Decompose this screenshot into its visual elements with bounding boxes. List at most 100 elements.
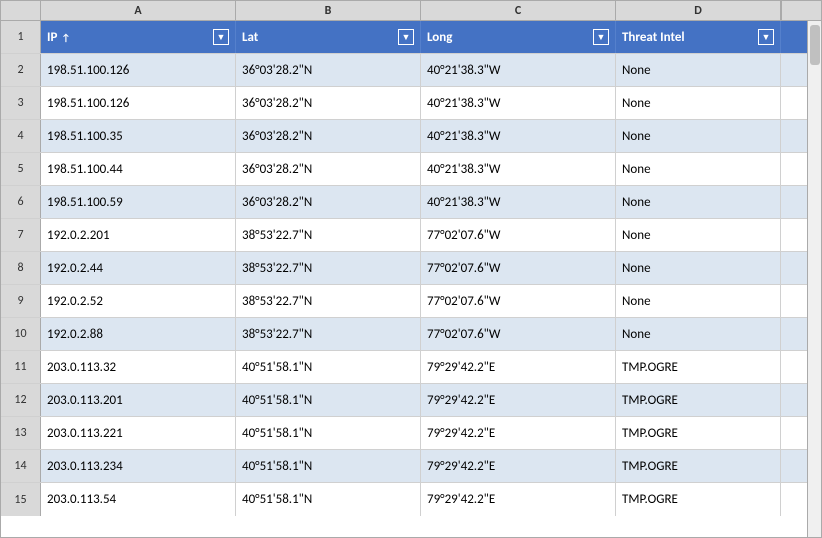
ip-header-label: IP <box>47 30 57 45</box>
cell-long[interactable]: 40°21'38.3"W <box>421 54 616 86</box>
cell-long[interactable]: 40°21'38.3"W <box>421 87 616 119</box>
cell-long[interactable]: 40°21'38.3"W <box>421 153 616 185</box>
cell-lat[interactable]: 40°51'58.1"N <box>236 384 421 416</box>
cell-threat[interactable]: TMP.OGRE <box>616 351 781 383</box>
cell-ip[interactable]: 198.51.100.59 <box>41 186 236 218</box>
cell-ip[interactable]: 203.0.113.221 <box>41 417 236 449</box>
row-number: 11 <box>1 351 41 383</box>
cell-lat[interactable]: 36°03'28.2"N <box>236 54 421 86</box>
cell-long[interactable]: 77°02'07.6"W <box>421 219 616 251</box>
col-letter-a: A <box>41 1 236 20</box>
header-cell-ip[interactable]: IP ↑ ▼ <box>41 21 236 53</box>
table-row[interactable]: 12 203.0.113.201 40°51'58.1"N 79°29'42.2… <box>1 384 807 417</box>
long-filter-button[interactable]: ▼ <box>593 29 609 45</box>
cell-lat[interactable]: 38°53'22.7"N <box>236 285 421 317</box>
cell-threat[interactable]: None <box>616 186 781 218</box>
col-letter-c: C <box>421 1 616 20</box>
cell-long[interactable]: 77°02'07.6"W <box>421 252 616 284</box>
row-number: 5 <box>1 153 41 185</box>
scrollbar[interactable] <box>807 21 821 537</box>
row-number: 4 <box>1 120 41 152</box>
lat-filter-button[interactable]: ▼ <box>398 29 414 45</box>
cell-threat[interactable]: None <box>616 153 781 185</box>
cell-lat[interactable]: 36°03'28.2"N <box>236 87 421 119</box>
corner-cell <box>1 1 41 20</box>
cell-ip[interactable]: 198.51.100.35 <box>41 120 236 152</box>
cell-lat[interactable]: 36°03'28.2"N <box>236 186 421 218</box>
cell-lat[interactable]: 38°53'22.7"N <box>236 219 421 251</box>
scroll-track[interactable] <box>808 21 821 537</box>
cell-threat[interactable]: None <box>616 285 781 317</box>
cell-long[interactable]: 77°02'07.6"W <box>421 318 616 350</box>
table-row[interactable]: 11 203.0.113.32 40°51'58.1"N 79°29'42.2"… <box>1 351 807 384</box>
row-number: 3 <box>1 87 41 119</box>
table-row[interactable]: 15 203.0.113.54 40°51'58.1"N 79°29'42.2"… <box>1 483 807 516</box>
table-row[interactable]: 4 198.51.100.35 36°03'28.2"N 40°21'38.3"… <box>1 120 807 153</box>
header-cell-lat[interactable]: Lat ▼ <box>236 21 421 53</box>
cell-long[interactable]: 79°29'42.2"E <box>421 351 616 383</box>
cell-ip[interactable]: 192.0.2.52 <box>41 285 236 317</box>
header-row: 1 IP ↑ ▼ Lat ▼ Long ▼ Threat Intel ▼ <box>1 21 807 54</box>
cell-long[interactable]: 79°29'42.2"E <box>421 417 616 449</box>
header-cell-threat[interactable]: Threat Intel ▼ <box>616 21 781 53</box>
cell-long[interactable]: 79°29'42.2"E <box>421 483 616 516</box>
cell-threat[interactable]: None <box>616 120 781 152</box>
table-area: 1 IP ↑ ▼ Lat ▼ Long ▼ Threat Intel ▼ <box>1 21 807 537</box>
cell-long[interactable]: 77°02'07.6"W <box>421 285 616 317</box>
table-row[interactable]: 14 203.0.113.234 40°51'58.1"N 79°29'42.2… <box>1 450 807 483</box>
table-row[interactable]: 2 198.51.100.126 36°03'28.2"N 40°21'38.3… <box>1 54 807 87</box>
cell-long[interactable]: 79°29'42.2"E <box>421 384 616 416</box>
table-row[interactable]: 9 192.0.2.52 38°53'22.7"N 77°02'07.6"W N… <box>1 285 807 318</box>
cell-lat[interactable]: 38°53'22.7"N <box>236 252 421 284</box>
cell-threat[interactable]: TMP.OGRE <box>616 483 781 516</box>
scroll-thumb[interactable] <box>810 25 820 65</box>
cell-threat[interactable]: TMP.OGRE <box>616 384 781 416</box>
cell-lat[interactable]: 40°51'58.1"N <box>236 450 421 482</box>
table-row[interactable]: 5 198.51.100.44 36°03'28.2"N 40°21'38.3"… <box>1 153 807 186</box>
header-cell-long[interactable]: Long ▼ <box>421 21 616 53</box>
table-row[interactable]: 7 192.0.2.201 38°53'22.7"N 77°02'07.6"W … <box>1 219 807 252</box>
cell-lat[interactable]: 36°03'28.2"N <box>236 153 421 185</box>
table-row[interactable]: 10 192.0.2.88 38°53'22.7"N 77°02'07.6"W … <box>1 318 807 351</box>
row-number: 14 <box>1 450 41 482</box>
cell-ip[interactable]: 203.0.113.234 <box>41 450 236 482</box>
row-number: 8 <box>1 252 41 284</box>
row-number: 10 <box>1 318 41 350</box>
table-row[interactable]: 3 198.51.100.126 36°03'28.2"N 40°21'38.3… <box>1 87 807 120</box>
cell-ip[interactable]: 203.0.113.32 <box>41 351 236 383</box>
main-area: 1 IP ↑ ▼ Lat ▼ Long ▼ Threat Intel ▼ <box>1 21 821 537</box>
cell-ip[interactable]: 203.0.113.201 <box>41 384 236 416</box>
cell-long[interactable]: 40°21'38.3"W <box>421 186 616 218</box>
cell-long[interactable]: 40°21'38.3"W <box>421 120 616 152</box>
table-row[interactable]: 13 203.0.113.221 40°51'58.1"N 79°29'42.2… <box>1 417 807 450</box>
cell-lat[interactable]: 36°03'28.2"N <box>236 120 421 152</box>
cell-long[interactable]: 79°29'42.2"E <box>421 450 616 482</box>
cell-lat[interactable]: 40°51'58.1"N <box>236 417 421 449</box>
cell-ip[interactable]: 198.51.100.44 <box>41 153 236 185</box>
cell-threat[interactable]: None <box>616 252 781 284</box>
cell-threat[interactable]: None <box>616 318 781 350</box>
cell-threat[interactable]: None <box>616 54 781 86</box>
cell-ip[interactable]: 203.0.113.54 <box>41 483 236 516</box>
cell-ip[interactable]: 198.51.100.126 <box>41 87 236 119</box>
cell-ip[interactable]: 192.0.2.44 <box>41 252 236 284</box>
sort-icon: ↑ <box>61 31 70 44</box>
col-letter-d: D <box>616 1 781 20</box>
cell-threat[interactable]: TMP.OGRE <box>616 450 781 482</box>
cell-ip[interactable]: 192.0.2.88 <box>41 318 236 350</box>
cell-ip[interactable]: 192.0.2.201 <box>41 219 236 251</box>
cell-threat[interactable]: None <box>616 87 781 119</box>
cell-lat[interactable]: 38°53'22.7"N <box>236 318 421 350</box>
cell-threat[interactable]: TMP.OGRE <box>616 417 781 449</box>
threat-filter-button[interactable]: ▼ <box>758 29 774 45</box>
spreadsheet: A B C D 1 IP ↑ ▼ Lat ▼ Long ▼ <box>0 0 822 538</box>
cell-ip[interactable]: 198.51.100.126 <box>41 54 236 86</box>
cell-lat[interactable]: 40°51'58.1"N <box>236 483 421 516</box>
col-letter-b: B <box>236 1 421 20</box>
row-number: 6 <box>1 186 41 218</box>
cell-threat[interactable]: None <box>616 219 781 251</box>
table-row[interactable]: 8 192.0.2.44 38°53'22.7"N 77°02'07.6"W N… <box>1 252 807 285</box>
cell-lat[interactable]: 40°51'58.1"N <box>236 351 421 383</box>
table-row[interactable]: 6 198.51.100.59 36°03'28.2"N 40°21'38.3"… <box>1 186 807 219</box>
ip-filter-button[interactable]: ▼ <box>213 29 229 45</box>
